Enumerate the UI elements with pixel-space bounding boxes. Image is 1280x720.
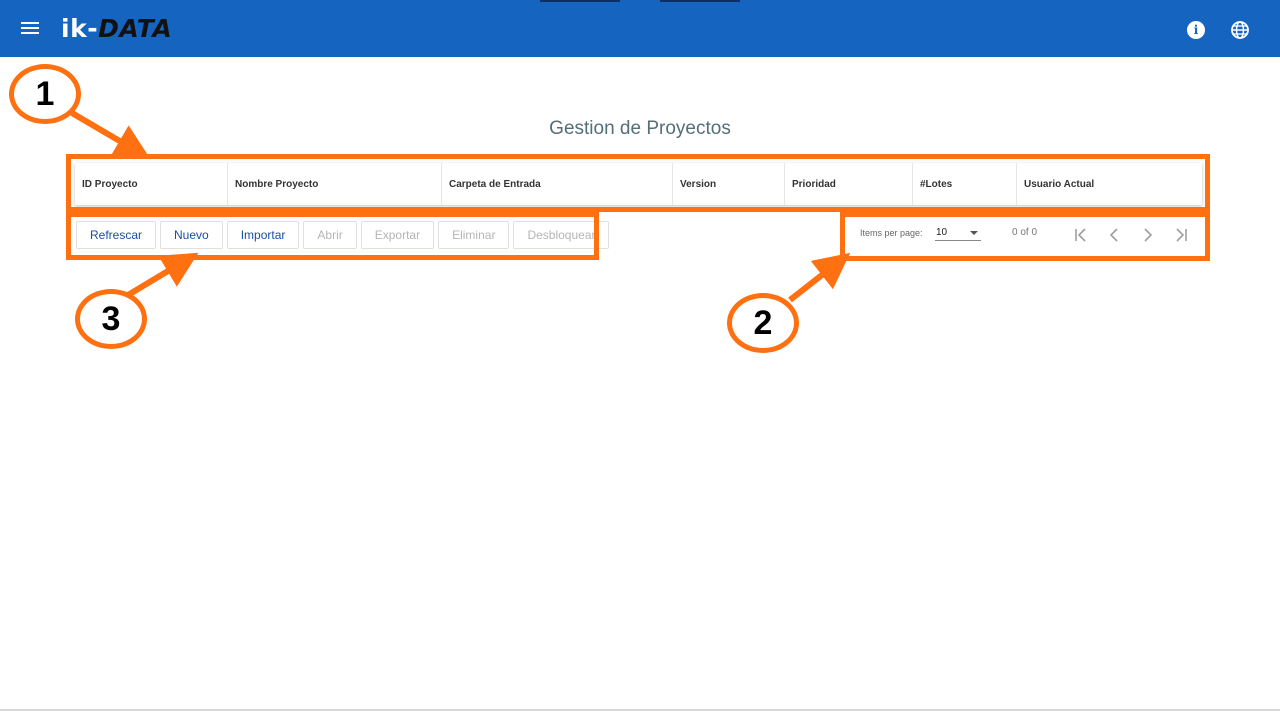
info-icon[interactable]: i: [1187, 21, 1205, 39]
globe-icon[interactable]: [1230, 20, 1250, 40]
hamburger-menu-icon[interactable]: [20, 19, 40, 37]
annotation-box-actions: [66, 212, 599, 260]
annotation-box-paginator: [840, 212, 1210, 261]
arrow-3: [126, 252, 199, 298]
logo-data: DATA: [98, 14, 173, 43]
arrow-2: [788, 252, 851, 303]
annotation-marker-2: 2: [727, 293, 799, 353]
tab-indicator: [540, 0, 620, 2]
annotation-marker-3: 3: [75, 289, 147, 349]
page-title: Gestion de Proyectos: [549, 118, 731, 139]
bottom-divider: [0, 709, 1280, 711]
logo-ik: ik: [61, 14, 88, 43]
ik-data-logo: ik-DATA: [61, 14, 172, 44]
logo-dash: -: [87, 14, 99, 43]
annotation-box-table: [66, 154, 1210, 212]
annotation-marker-1: 1: [9, 64, 81, 124]
tab-indicator: [660, 0, 740, 2]
annotation-arrows: [70, 110, 851, 303]
top-bar: ik-DATA i: [0, 0, 1280, 57]
